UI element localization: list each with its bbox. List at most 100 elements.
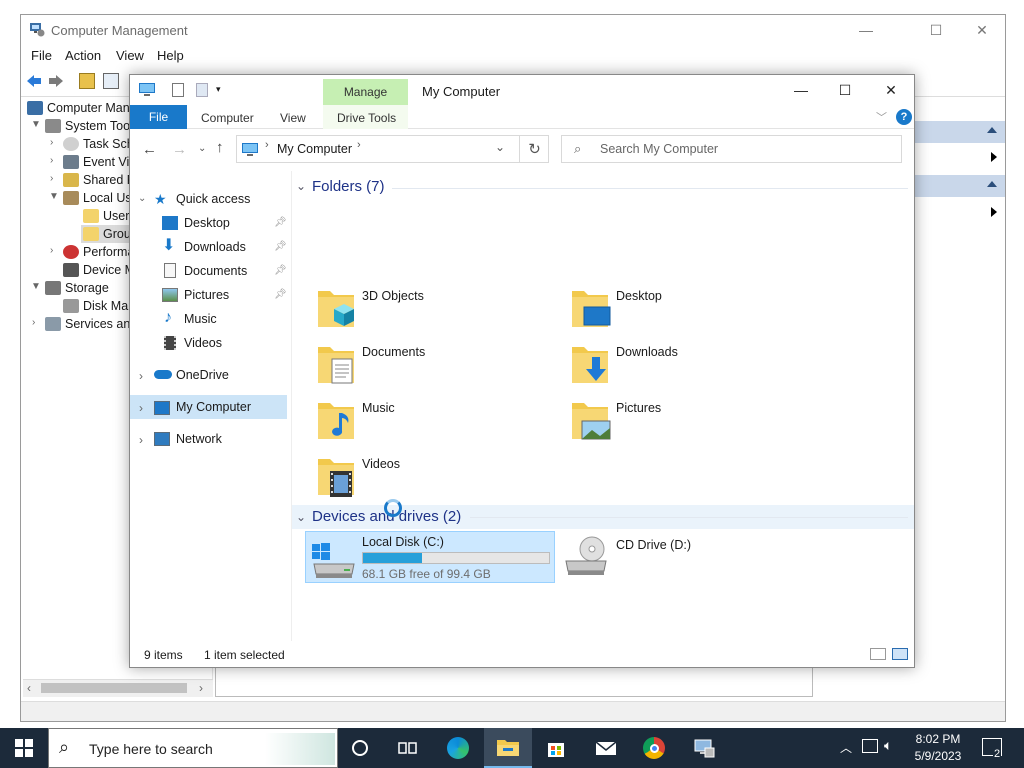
tab-view[interactable]: View (280, 111, 306, 125)
tab-drive-tools[interactable]: Drive Tools (337, 111, 396, 125)
submenu-arrow-icon[interactable] (991, 207, 997, 217)
nav-item-desktop[interactable]: Desktop 📌︎ (130, 211, 287, 235)
chevron-down-icon[interactable]: ▼ (31, 281, 41, 292)
chevron-right-icon[interactable]: › (50, 173, 53, 184)
taskbar-search[interactable]: ⌕ Type here to search (48, 728, 338, 768)
chevron-down-icon[interactable]: ▼ (31, 119, 41, 130)
task-view-button[interactable] (384, 728, 432, 768)
pin-icon[interactable]: 📌︎ (274, 289, 287, 300)
recent-locations-icon[interactable]: ⌄ (198, 143, 206, 154)
folder-3d-objects[interactable]: 3D Objects (316, 287, 556, 337)
nav-item-music[interactable]: ♪ Music (130, 307, 287, 331)
tab-computer[interactable]: Computer (201, 111, 254, 125)
pin-icon[interactable]: 📌︎ (274, 265, 287, 276)
refresh-button[interactable]: ↻ (519, 135, 549, 163)
scroll-right-icon[interactable]: › (199, 681, 203, 695)
tab-file[interactable]: File (130, 105, 187, 129)
up-folder-icon[interactable] (79, 73, 95, 89)
folder-pictures[interactable]: Pictures (570, 399, 810, 449)
menu-help[interactable]: Help (157, 48, 184, 63)
close-button[interactable]: ✕ (868, 75, 914, 105)
chevron-down-icon[interactable]: ▼ (49, 191, 59, 202)
computer-management-taskbar-button[interactable] (680, 728, 728, 768)
cm-titlebar[interactable]: Computer Management — ☐ ✕ (21, 15, 1005, 45)
properties-icon[interactable] (172, 83, 184, 97)
nav-item-documents[interactable]: Documents 📌︎ (130, 259, 287, 283)
maximize-button[interactable]: ☐ (913, 15, 959, 45)
scrollbar-thumb[interactable] (41, 683, 187, 693)
chevron-right-icon[interactable]: › (50, 137, 53, 148)
menu-action[interactable]: Action (65, 48, 101, 63)
nav-my-computer[interactable]: › My Computer (130, 395, 287, 419)
menu-view[interactable]: View (116, 48, 144, 63)
tree-item[interactable]: Users (83, 207, 136, 225)
details-view-icon[interactable] (870, 648, 886, 660)
tree-item[interactable]: Storage (45, 279, 109, 297)
taskbar-search-input[interactable]: Type here to search (89, 741, 213, 757)
chevron-right-icon[interactable]: › (50, 155, 53, 166)
new-folder-icon[interactable] (196, 83, 208, 97)
customize-qat-icon[interactable]: ▾ (216, 84, 221, 95)
drive-local-disk-c[interactable]: Local Disk (C:) 68.1 GB free of 99.4 GB (305, 531, 555, 583)
chevron-right-icon[interactable]: › (50, 245, 53, 256)
pin-icon[interactable]: 📌︎ (274, 241, 287, 252)
edge-button[interactable] (434, 728, 482, 768)
show-hidden-icons-chevron-icon[interactable]: ︿ (840, 739, 852, 756)
back-arrow-icon[interactable]: ← (142, 141, 157, 158)
drive-cd-d[interactable]: CD Drive (D:) (562, 535, 812, 583)
close-button[interactable]: ✕ (959, 15, 1005, 45)
folder-downloads[interactable]: Downloads (570, 343, 810, 393)
group-folders-header[interactable]: Folders (7) (312, 178, 385, 195)
nav-quick-access[interactable]: ★ Quick access (130, 187, 287, 211)
chevron-down-icon[interactable]: ⌄ (296, 510, 306, 524)
breadcrumb-chevron-icon[interactable]: › (265, 139, 269, 151)
forward-arrow-icon[interactable]: → (172, 141, 187, 158)
show-hide-tree-icon[interactable] (103, 73, 119, 89)
scroll-left-icon[interactable]: ‹ (27, 681, 31, 695)
folder-documents[interactable]: Documents (316, 343, 556, 393)
folder-music[interactable]: Music (316, 399, 556, 449)
taskbar-clock[interactable]: 8:02 PM 5/9/2023 (906, 731, 970, 765)
explorer-titlebar[interactable]: ▾ Manage My Computer — ☐ ✕ (130, 75, 914, 105)
nav-item-pictures[interactable]: Pictures 📌︎ (130, 283, 287, 307)
forward-arrow-icon[interactable] (47, 73, 65, 89)
up-arrow-icon[interactable]: ↑ (216, 139, 224, 156)
address-text[interactable]: My Computer (277, 142, 352, 156)
nav-item-videos[interactable]: Videos (130, 331, 287, 355)
back-arrow-icon[interactable] (25, 73, 43, 89)
help-icon[interactable]: ? (896, 109, 912, 125)
minimize-button[interactable]: — (843, 15, 889, 45)
chevron-right-icon[interactable]: › (32, 317, 35, 328)
start-button[interactable] (0, 728, 48, 768)
pin-icon[interactable]: 📌︎ (274, 217, 287, 228)
tab-manage[interactable]: Manage (323, 79, 408, 105)
address-bar[interactable]: › My Computer › ⌄ (236, 135, 549, 163)
address-dropdown-icon[interactable]: ⌄ (495, 140, 505, 154)
minimize-button[interactable]: — (778, 75, 824, 105)
nav-network[interactable]: Network (130, 427, 287, 451)
folder-videos[interactable]: Videos (316, 455, 556, 505)
collapse-up-icon[interactable] (987, 181, 997, 187)
breadcrumb-chevron-icon[interactable]: › (357, 139, 361, 151)
chrome-button[interactable] (630, 728, 678, 768)
search-input[interactable]: Search My Computer (600, 142, 718, 156)
nav-onedrive[interactable]: OneDrive (130, 363, 287, 387)
collapse-up-icon[interactable] (987, 127, 997, 133)
search-box[interactable]: ⌕ Search My Computer (561, 135, 902, 163)
tree-item[interactable]: System Tools (45, 117, 139, 135)
large-icons-view-icon[interactable] (892, 648, 908, 660)
tree-horizontal-scrollbar[interactable]: ‹ › (23, 679, 213, 697)
store-button[interactable] (532, 728, 580, 768)
file-explorer-button[interactable] (484, 728, 532, 768)
chevron-down-icon[interactable]: ⌄ (296, 179, 306, 193)
cortana-button[interactable] (336, 728, 384, 768)
expand-ribbon-icon[interactable]: ﹀ (876, 109, 887, 125)
chevron-right-icon[interactable]: › (139, 401, 143, 415)
maximize-button[interactable]: ☐ (822, 75, 868, 105)
volume-icon[interactable]: 🔈︎ (884, 737, 892, 754)
folder-desktop[interactable]: Desktop (570, 287, 810, 337)
submenu-arrow-icon[interactable] (991, 152, 997, 162)
nav-item-downloads[interactable]: ⬇ Downloads 📌︎ (130, 235, 287, 259)
mail-button[interactable] (582, 728, 630, 768)
network-status-icon[interactable] (862, 739, 878, 753)
